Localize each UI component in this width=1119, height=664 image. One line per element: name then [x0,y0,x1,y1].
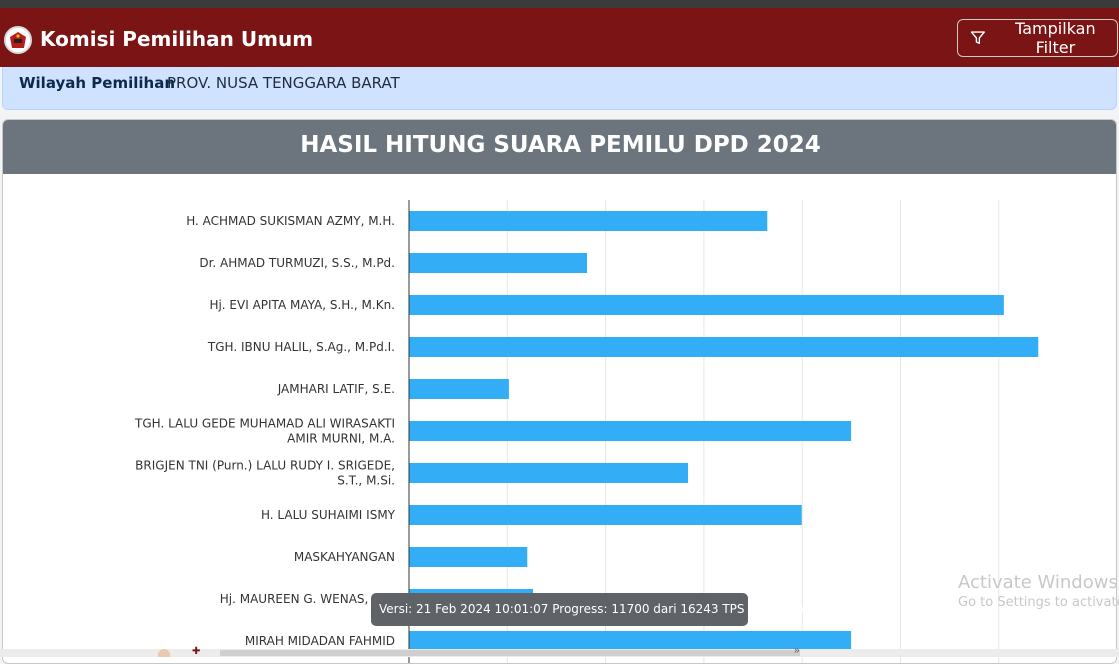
category-label: H. ACHMAD SUKISMAN AZMY, M.H. [186,214,395,228]
show-filter-button[interactable]: Tampilkan Filter [957,19,1118,57]
progress-tooltip: Versi: 21 Feb 2024 10:01:07 Progress: 11… [371,593,803,626]
result-card: HASIL HITUNG SUARA PEMILU DPD 2024 H. AC… [2,119,1117,664]
watermark-line1: Activate Windows [958,572,1118,593]
bar[interactable] [409,253,587,273]
brand-title[interactable]: Komisi Pemilihan Umum [40,27,313,51]
bar[interactable] [409,379,509,399]
bar[interactable] [409,337,1039,357]
bar[interactable] [409,295,1004,315]
avatar-icon[interactable] [158,649,170,657]
bar[interactable] [409,211,768,231]
vote-bar-chart: H. ACHMAD SUKISMAN AZMY, M.H. Dr. AHMAD T… [134,200,1039,663]
category-label: MASKAHYANGAN [294,550,395,564]
category-label: TGH. LALU GEDE MUHAMAD ALI WIRASAKTI AMIR… [134,417,395,446]
category-label: MIRAH MIDADAN FAHMID [245,634,395,648]
category-label: Dr. AHMAD TURMUZI, S.S., M.Pd. [199,256,395,270]
pin-icon[interactable]: ✚ [192,646,200,657]
region-panel: Wilayah Pemilihan PROV. NUSA TENGGARA BA… [2,67,1117,110]
kpu-logo-icon[interactable] [4,26,32,54]
bar[interactable] [409,463,689,483]
category-label: H. LALU SUHAIMI ISMY [261,508,396,522]
region-label: Wilayah Pemilihan [19,74,175,92]
category-label: JAMHARI LATIF, S.E. [277,382,395,396]
bar[interactable] [409,421,852,441]
navbar: Komisi Pemilihan Umum Tampilkan Filter [0,8,1119,67]
category-label: Hj. MAUREEN G. WENAS, S.E. [220,592,395,606]
show-filter-label: Tampilkan Filter [1015,19,1096,57]
watermark-line2: Go to Settings to activate [958,595,1119,610]
card-title: HASIL HITUNG SUARA PEMILU DPD 2024 [3,120,1116,174]
category-label: BRIGJEN TNI (Purn.) LALU RUDY I. SRIGEDE… [135,459,395,488]
filter-icon [970,31,985,45]
bar[interactable] [409,631,852,651]
horizontal-scrollbar[interactable]: ✚ » [0,645,1119,657]
browser-top-strip [0,0,1119,8]
scrollbar-thumb[interactable] [220,650,800,656]
activate-windows-watermark: Activate Windows Go to Settings to activ… [958,572,1119,610]
category-label: Hj. EVI APITA MAYA, S.H., M.Kn. [209,298,395,312]
bar[interactable] [409,547,528,567]
category-label: TGH. IBNU HALIL, S.Ag., M.Pd.I. [207,340,395,354]
bar[interactable] [409,505,802,525]
scroll-right-icon[interactable]: » [794,645,800,656]
region-value: PROV. NUSA TENGGARA BARAT [167,74,400,92]
